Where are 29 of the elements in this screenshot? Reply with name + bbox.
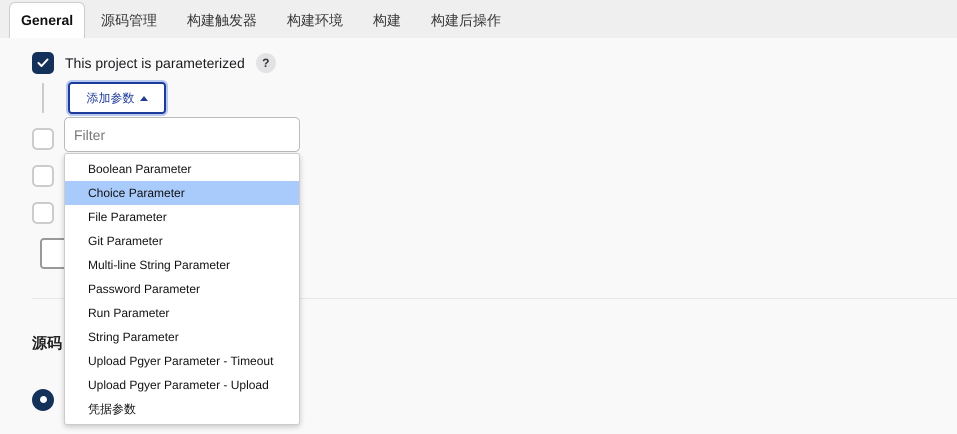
checkbox[interactable] <box>32 165 54 187</box>
tab[interactable]: General <box>9 2 86 38</box>
tab[interactable]: 源码管理 <box>87 2 172 38</box>
radio-button[interactable] <box>32 388 54 410</box>
checkmark-icon <box>37 58 49 68</box>
tab[interactable]: 构建 <box>359 2 416 38</box>
checkbox[interactable] <box>32 52 54 74</box>
tab[interactable]: 构建后操作 <box>417 2 516 38</box>
menu-item[interactable]: Run Parameter <box>65 301 299 325</box>
menu-item[interactable]: File Parameter <box>65 205 299 229</box>
add-parameter-button[interactable]: 添加参数 <box>68 82 166 114</box>
menu-item[interactable]: Choice Parameter <box>65 181 299 205</box>
menu-item[interactable]: 凭据参数 <box>65 397 299 421</box>
tab[interactable]: 构建环境 <box>273 2 358 38</box>
menu-item[interactable]: Multi-line String Parameter <box>65 253 299 277</box>
help-badge[interactable]: ? <box>256 53 276 73</box>
checkbox[interactable] <box>32 202 54 224</box>
menu-item[interactable]: String Parameter <box>65 325 299 349</box>
checkbox-label: This project is parameterized <box>65 54 245 73</box>
tab[interactable]: 构建触发器 <box>173 2 272 38</box>
menu-item[interactable]: Upload Pgyer Parameter - Timeout <box>65 349 299 373</box>
caret-up-icon <box>140 96 148 100</box>
menu-item[interactable]: Upload Pgyer Parameter - Upload <box>65 373 299 397</box>
menu-item[interactable]: Git Parameter <box>65 229 299 253</box>
section-heading: 源码 <box>32 334 62 354</box>
menu-item[interactable]: Password Parameter <box>65 277 299 301</box>
menu-item[interactable]: Boolean Parameter <box>65 157 299 181</box>
checkbox[interactable] <box>32 128 54 150</box>
filter-field[interactable]: Filter <box>64 117 300 152</box>
